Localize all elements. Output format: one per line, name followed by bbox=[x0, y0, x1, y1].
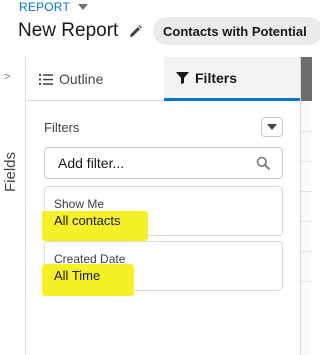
row-divider bbox=[301, 281, 312, 282]
chevron-down-icon bbox=[267, 124, 277, 130]
filter-item-label: Show Me bbox=[54, 197, 105, 211]
funnel-icon bbox=[176, 71, 189, 84]
tab-filters-label: Filters bbox=[195, 69, 238, 86]
report-type-pill: Contacts with Potential bbox=[153, 17, 320, 45]
preview-header bbox=[301, 57, 312, 101]
side-panel: Outline Filters Filters Show Me All cont… bbox=[27, 57, 300, 355]
caret-down-icon bbox=[78, 4, 88, 10]
tab-outline-label: Outline bbox=[59, 71, 104, 87]
row-divider bbox=[301, 161, 312, 162]
row-divider bbox=[301, 191, 312, 192]
tab-outline[interactable]: Outline bbox=[39, 57, 103, 101]
chevron-right-icon[interactable]: > bbox=[4, 71, 10, 83]
filter-item-value: All contacts bbox=[54, 213, 121, 228]
title-row: New Report bbox=[18, 18, 142, 44]
search-icon bbox=[256, 156, 270, 170]
object-type-label: REPORT bbox=[19, 0, 70, 14]
object-type-menu[interactable]: REPORT bbox=[19, 0, 88, 14]
panel-tabs: Outline Filters bbox=[27, 57, 300, 101]
tab-filters[interactable]: Filters bbox=[164, 57, 300, 101]
report-type-label: Contacts with Potential bbox=[163, 23, 307, 39]
list-icon bbox=[39, 73, 53, 85]
report-preview-edge bbox=[300, 57, 312, 355]
pencil-icon[interactable] bbox=[128, 24, 142, 38]
row-divider bbox=[301, 131, 312, 132]
fields-rail-label: Fields bbox=[2, 151, 19, 192]
filters-menu-button[interactable] bbox=[261, 117, 283, 137]
report-title: New Report bbox=[18, 20, 119, 41]
row-divider bbox=[301, 221, 312, 222]
filters-heading: Filters bbox=[44, 120, 80, 135]
filter-item-value: All Time bbox=[54, 268, 101, 283]
filter-item-label: Created Date bbox=[54, 252, 126, 266]
fields-rail[interactable]: > Fields bbox=[0, 57, 26, 355]
row-divider bbox=[301, 251, 312, 252]
report-header: REPORT New Report Contacts with Potentia… bbox=[0, 0, 320, 52]
add-filter-input[interactable] bbox=[44, 147, 283, 179]
filter-item[interactable]: Show Me All contacts bbox=[42, 186, 283, 241]
filter-item[interactable]: Created Date All Time bbox=[42, 241, 283, 296]
